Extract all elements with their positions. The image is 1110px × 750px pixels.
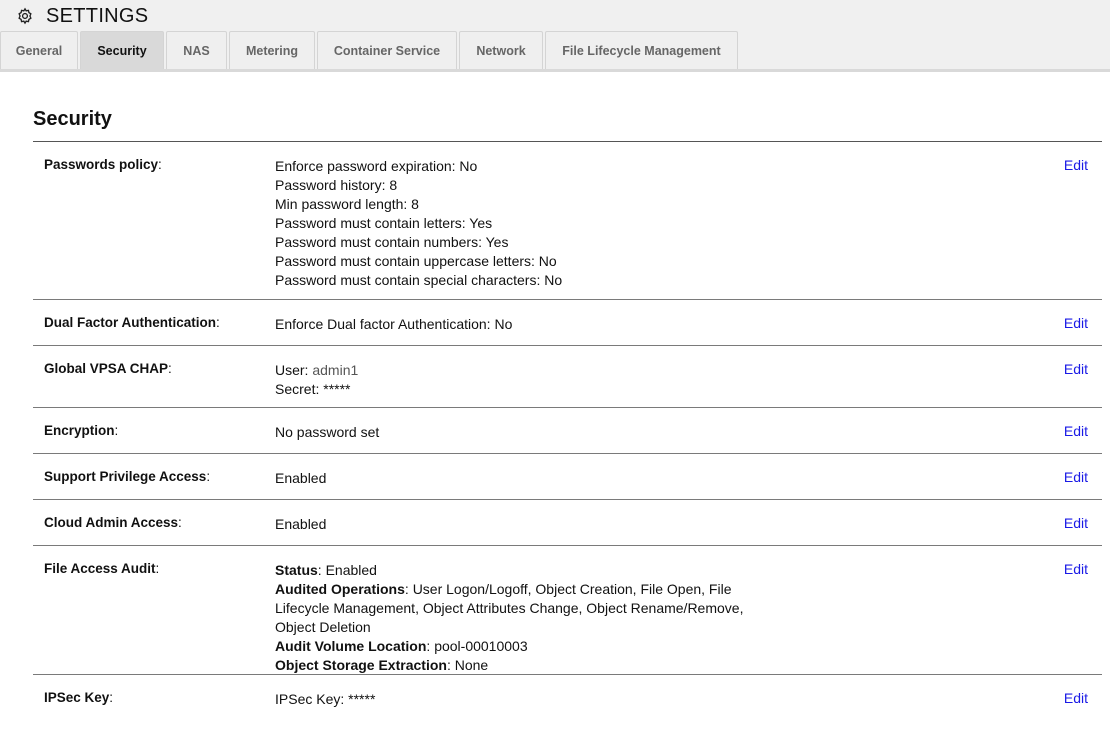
support-access-row: Support Privilege Access: Enabled Edit [33,454,1102,500]
global-chap-row: Global VPSA CHAP: User: admin1 Secret: *… [33,346,1102,408]
min-password-length: Min password length: 8 [275,196,419,212]
global-chap-label: Global VPSA CHAP: [44,361,172,376]
edit-passwords-policy-link[interactable]: Edit [1064,157,1088,173]
edit-support-access-link[interactable]: Edit [1064,469,1088,485]
edit-cloud-admin-link[interactable]: Edit [1064,515,1088,531]
title-row: SETTINGS [16,3,148,29]
cloud-admin-value: Enabled [275,516,327,532]
page-title: SETTINGS [46,4,149,27]
global-chap-value: User: admin1 Secret: ***** [275,361,795,399]
password-special: Password must contain special characters… [275,272,563,288]
audit-volume-location: Audit Volume Location: pool-00010003 [275,638,528,654]
edit-ipsec-key-link[interactable]: Edit [1064,690,1088,706]
passwords-policy-row: Passwords policy: Enforce password expir… [33,142,1102,300]
encryption-value: No password set [275,424,380,440]
password-expiration: Enforce password expiration: No [275,158,478,174]
passwords-policy-value: Enforce password expiration: No Password… [275,157,795,290]
security-panel: Security Passwords policy: Enforce passw… [33,107,1102,721]
tab-security[interactable]: Security [80,31,164,69]
dual-factor-label: Dual Factor Authentication: [44,315,220,330]
dual-factor-value: Enforce Dual factor Authentication: No [275,316,513,332]
settings-tabs: General Security NAS Metering Container … [0,31,740,69]
settings-header: SETTINGS General Security NAS Metering C… [0,0,1110,72]
audit-object-storage-extraction: Object Storage Extraction: None [275,657,489,673]
tab-network[interactable]: Network [459,31,543,69]
tab-metering[interactable]: Metering [229,31,315,69]
ipsec-key-value: IPSec Key: ***** [275,691,376,707]
chap-secret: Secret: ***** [275,381,351,397]
tab-container-service[interactable]: Container Service [317,31,457,69]
edit-file-access-audit-link[interactable]: Edit [1064,561,1088,577]
dual-factor-row: Dual Factor Authentication: Enforce Dual… [33,300,1102,346]
password-history: Password history: 8 [275,177,398,193]
file-access-audit-label: File Access Audit: [44,561,160,576]
encryption-row: Encryption: No password set Edit [33,408,1102,454]
gear-icon [16,7,34,25]
chap-user: User: admin1 [275,362,359,378]
edit-chap-link[interactable]: Edit [1064,361,1088,377]
passwords-policy-label: Passwords policy: [44,157,162,172]
support-access-value: Enabled [275,470,327,486]
audit-operations: Audited Operations: User Logon/Logoff, O… [275,581,744,635]
password-letters: Password must contain letters: Yes [275,215,493,231]
file-access-audit-value: Status: Enabled Audited Operations: User… [275,561,780,675]
edit-dual-factor-link[interactable]: Edit [1064,315,1088,331]
audit-status: Status: Enabled [275,562,377,578]
password-uppercase: Password must contain uppercase letters:… [275,253,557,269]
encryption-label: Encryption: [44,423,119,438]
section-title: Security [33,107,1102,142]
file-access-audit-row: File Access Audit: Status: Enabled Audit… [33,546,1102,675]
edit-encryption-link[interactable]: Edit [1064,423,1088,439]
tab-file-lifecycle-management[interactable]: File Lifecycle Management [545,31,738,69]
support-access-label: Support Privilege Access: [44,469,211,484]
cloud-admin-label: Cloud Admin Access: [44,515,182,530]
cloud-admin-row: Cloud Admin Access: Enabled Edit [33,500,1102,546]
ipsec-key-label: IPSec Key: [44,690,114,705]
password-numbers: Password must contain numbers: Yes [275,234,509,250]
ipsec-key-row: IPSec Key: IPSec Key: ***** Edit [33,675,1102,721]
tab-nas[interactable]: NAS [166,31,227,69]
tab-general[interactable]: General [0,31,78,69]
